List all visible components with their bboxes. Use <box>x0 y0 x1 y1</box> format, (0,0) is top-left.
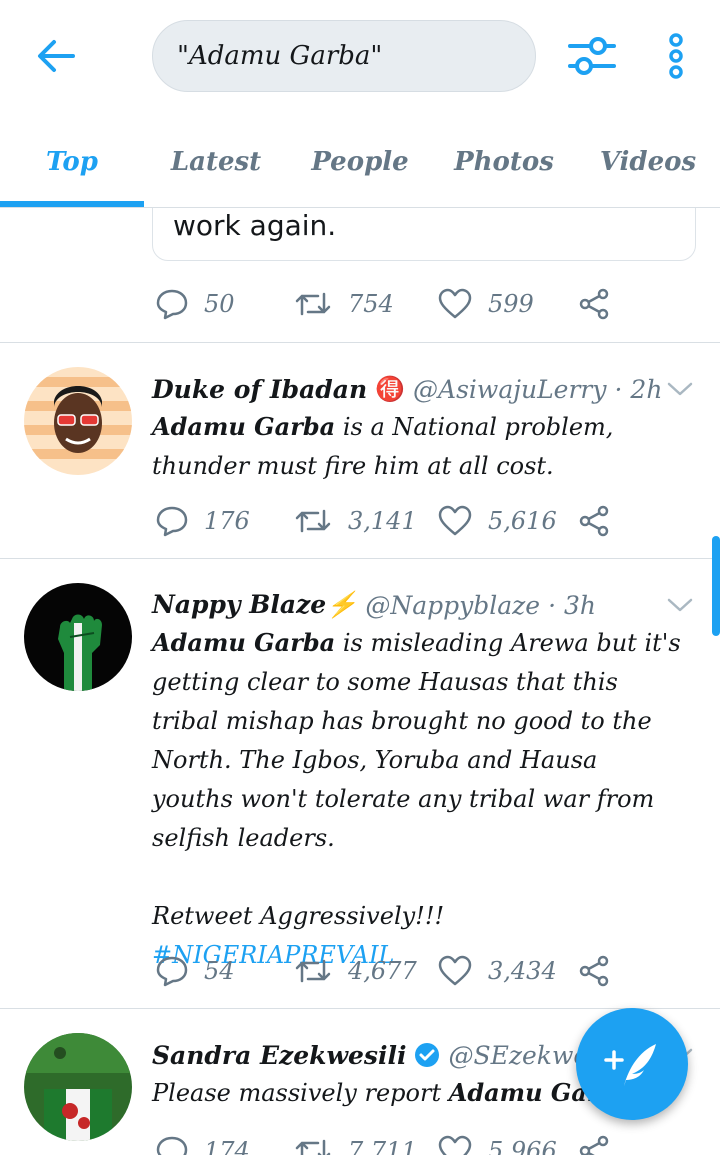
tweet-text: Adamu Garba is a National problem, thund… <box>152 407 682 486</box>
badge-emoji: 🉐 <box>375 375 406 403</box>
retweet-button[interactable]: 3,141 <box>294 501 417 541</box>
reply-count: 54 <box>204 957 235 985</box>
reply-count: 50 <box>204 290 235 318</box>
retweet-button[interactable]: 4,677 <box>294 951 417 991</box>
share-icon <box>579 288 609 320</box>
retweet-icon <box>295 509 331 533</box>
tab-videos[interactable]: Videos <box>576 115 720 208</box>
tweet-time: · 2h <box>614 374 663 404</box>
reply-icon <box>156 506 188 537</box>
tweet-header: Duke of Ibadan 🉐 @AsiwajuLerry · 2h <box>152 371 662 407</box>
back-arrow-icon <box>38 40 75 72</box>
share-icon <box>579 955 609 987</box>
user-handle[interactable]: @Nappyblaze <box>365 591 540 620</box>
like-button[interactable]: 5,966 <box>438 1131 557 1155</box>
quoted-tweet-text: work again. <box>173 209 337 242</box>
like-count: 5,616 <box>488 507 557 535</box>
heart-icon <box>438 1135 472 1155</box>
tweet-actions: 54 4,677 3,434 <box>152 951 632 991</box>
tweet-text-rest: is misleading Arewa but it's getting cle… <box>152 629 681 852</box>
reply-count: 176 <box>204 507 250 535</box>
share-icon <box>579 1135 609 1155</box>
share-button[interactable] <box>578 1131 626 1155</box>
tweet-text-prefix: Please massively report <box>152 1079 449 1107</box>
avatar[interactable] <box>24 1033 132 1141</box>
verified-badge-icon <box>415 1043 440 1067</box>
reply-icon <box>156 1136 188 1155</box>
like-button[interactable]: 599 <box>438 284 534 324</box>
tweet-item[interactable]: Duke of Ibadan 🉐 @AsiwajuLerry · 2h Adam… <box>0 343 720 558</box>
scrollbar-thumb[interactable] <box>712 536 720 636</box>
tweet-time: · 3h <box>548 590 596 620</box>
tweet-actions: 176 3,141 5,616 <box>152 501 632 541</box>
retweet-button[interactable]: 754 <box>294 284 394 324</box>
like-count: 599 <box>488 290 534 318</box>
display-name[interactable]: Nappy Blaze⚡ <box>152 590 357 620</box>
overflow-menu-button[interactable] <box>660 30 692 82</box>
retweet-icon <box>295 292 331 316</box>
reply-icon <box>156 289 188 320</box>
search-match-bold: Adamu Garba <box>152 412 336 441</box>
retweet-count: 7,711 <box>348 1137 417 1155</box>
share-icon <box>579 505 609 537</box>
tab-top[interactable]: Top <box>0 115 144 208</box>
reply-button[interactable]: 54 <box>156 951 235 991</box>
quoted-tweet-card[interactable]: work again. <box>152 208 696 261</box>
chevron-down-icon[interactable] <box>664 377 696 401</box>
retweet-icon <box>295 959 331 983</box>
tweet-text: Adamu Garba is misleading Arewa but it's… <box>152 623 682 975</box>
heart-icon <box>438 505 472 536</box>
reply-button[interactable]: 176 <box>156 501 250 541</box>
tweet-actions: 174 7,711 5,966 <box>152 1131 632 1155</box>
chevron-down-icon[interactable] <box>664 593 696 617</box>
tab-latest[interactable]: Latest <box>144 115 288 208</box>
like-button[interactable]: 3,434 <box>438 951 557 991</box>
like-count: 5,966 <box>488 1137 557 1155</box>
share-button[interactable] <box>578 501 626 541</box>
heart-icon <box>438 955 472 986</box>
tweet-item[interactable]: Nappy Blaze⚡ @Nappyblaze · 3h Adamu Garb… <box>0 559 720 1009</box>
retweet-icon <box>295 1139 331 1155</box>
display-name[interactable]: Sandra Ezekwesili <box>152 1041 406 1070</box>
retweet-count: 3,141 <box>348 507 417 535</box>
display-name[interactable]: Duke of Ibadan <box>152 375 367 404</box>
active-tab-indicator <box>0 201 144 207</box>
tab-photos[interactable]: Photos <box>432 115 576 208</box>
avatar[interactable] <box>24 583 132 691</box>
reply-button[interactable]: 174 <box>156 1131 250 1155</box>
compose-feather-plus-icon <box>604 1044 656 1086</box>
reply-icon <box>156 956 188 987</box>
raised-fist-avatar-image <box>24 583 132 691</box>
like-count: 3,434 <box>488 957 557 985</box>
more-vertical-icon <box>669 33 683 79</box>
tweet-header: Nappy Blaze⚡ @Nappyblaze · 3h <box>152 587 596 623</box>
top-app-bar: "Adamu Garba" <box>0 0 720 115</box>
tweet-text-line: Retweet Aggressively!!! <box>152 902 445 930</box>
retweet-count: 4,677 <box>348 957 417 985</box>
retweet-button[interactable]: 7,711 <box>294 1131 417 1155</box>
search-filter-button[interactable] <box>564 30 620 82</box>
share-button[interactable] <box>578 284 626 324</box>
reply-count: 174 <box>204 1137 250 1155</box>
search-match-bold: Adamu Garba <box>152 628 336 657</box>
cartoon-man-avatar-image <box>24 367 132 475</box>
tab-people[interactable]: People <box>288 115 432 208</box>
reply-button[interactable]: 50 <box>156 284 235 324</box>
filter-sliders-icon <box>568 37 616 75</box>
search-tabs: Top Latest People Photos Videos <box>0 115 720 208</box>
heart-icon <box>438 288 472 319</box>
compose-tweet-button[interactable] <box>576 1008 688 1120</box>
retweet-count: 754 <box>348 290 394 318</box>
search-query: "Adamu Garba" <box>177 41 383 71</box>
share-button[interactable] <box>578 951 626 991</box>
avatar[interactable] <box>24 367 132 475</box>
back-button[interactable] <box>32 34 80 78</box>
flag-shirt-avatar-image <box>24 1033 132 1141</box>
search-input[interactable]: "Adamu Garba" <box>152 20 536 92</box>
tweet-actions: 50 754 599 <box>152 284 632 324</box>
like-button[interactable]: 5,616 <box>438 501 557 541</box>
user-handle[interactable]: @AsiwajuLerry <box>413 375 606 404</box>
